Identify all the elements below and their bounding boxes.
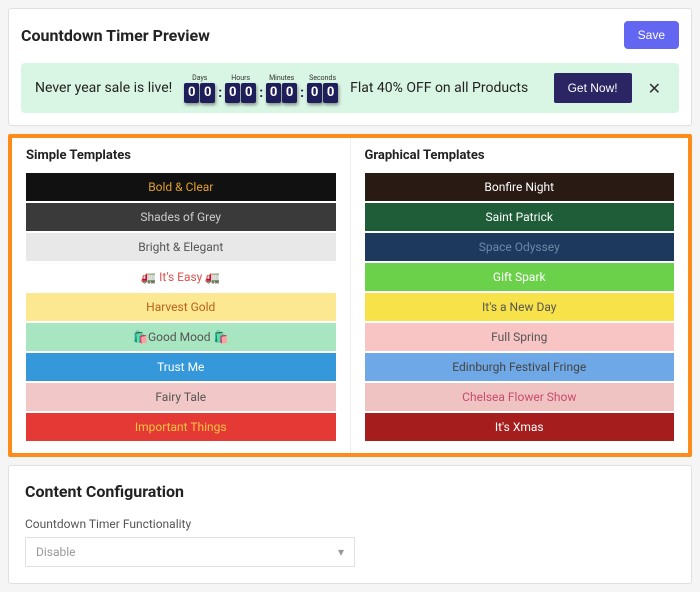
timer-colon: :	[258, 85, 264, 101]
timer-digit: 0	[323, 83, 338, 103]
simple-templates-list: Bold & ClearShades of GreyBright & Elega…	[26, 173, 336, 441]
preview-card: Countdown Timer Preview Save Never year …	[8, 8, 692, 126]
timer-digit: 0	[200, 83, 215, 103]
simple-template-row[interactable]: Important Things	[26, 413, 336, 441]
timer-label: Hours	[231, 74, 250, 82]
simple-templates-title: Simple Templates	[26, 148, 336, 163]
graphical-template-row[interactable]: Saint Patrick	[365, 203, 675, 231]
timer-digit: 0	[307, 83, 322, 103]
timer-label: Minutes	[269, 74, 294, 82]
timer-colon: :	[299, 85, 305, 101]
timer-digit: 0	[184, 83, 199, 103]
timer-label: Seconds	[309, 74, 336, 82]
content-card: Content Configuration Countdown Timer Fu…	[8, 465, 692, 584]
close-icon[interactable]: ✕	[644, 79, 665, 98]
templates-card: Simple Templates Bold & ClearShades of G…	[8, 134, 692, 457]
functionality-value: Disable	[36, 545, 76, 559]
simple-template-row[interactable]: Shades of Grey	[26, 203, 336, 231]
banner-text-right: Flat 40% OFF on all Products	[350, 80, 528, 96]
simple-template-row[interactable]: Bright & Elegant	[26, 233, 336, 261]
graphical-templates-list: Bonfire NightSaint PatrickSpace OdysseyG…	[365, 173, 675, 441]
graphical-template-row[interactable]: Gift Spark	[365, 263, 675, 291]
timer-digit: 0	[241, 83, 256, 103]
graphical-template-row[interactable]: It's a New Day	[365, 293, 675, 321]
timer-pair: Seconds00	[307, 74, 338, 103]
simple-template-row[interactable]: Bold & Clear	[26, 173, 336, 201]
timer-pair: Days00	[184, 74, 215, 103]
timer-label: Days	[192, 74, 207, 82]
timer-pair: Hours00	[225, 74, 256, 103]
functionality-label: Countdown Timer Functionality	[25, 517, 675, 531]
get-now-button[interactable]: Get Now!	[554, 73, 632, 103]
timer-digits: 00	[307, 83, 338, 103]
functionality-select[interactable]: Disable ▾	[25, 537, 355, 567]
simple-template-row[interactable]: 🚛 It's Easy 🚛	[26, 263, 336, 291]
preview-title: Countdown Timer Preview	[21, 26, 210, 45]
graphical-template-row[interactable]: Bonfire Night	[365, 173, 675, 201]
simple-template-row[interactable]: Fairy Tale	[26, 383, 336, 411]
timer-group: Days00:Hours00:Minutes00:Seconds00	[184, 74, 338, 103]
timer-digit: 0	[225, 83, 240, 103]
timer-digit: 0	[282, 83, 297, 103]
timer-pair: Minutes00	[266, 74, 297, 103]
graphical-templates-title: Graphical Templates	[365, 148, 675, 163]
simple-template-row[interactable]: Harvest Gold	[26, 293, 336, 321]
graphical-templates-col: Graphical Templates Bonfire NightSaint P…	[351, 138, 689, 453]
content-title: Content Configuration	[25, 482, 675, 501]
timer-digits: 00	[184, 83, 215, 103]
chevron-down-icon: ▾	[338, 545, 344, 559]
graphical-template-row[interactable]: Chelsea Flower Show	[365, 383, 675, 411]
countdown-banner: Never year sale is live! Days00:Hours00:…	[21, 63, 679, 113]
graphical-template-row[interactable]: Edinburgh Festival Fringe	[365, 353, 675, 381]
graphical-template-row[interactable]: Full Spring	[365, 323, 675, 351]
banner-text-left: Never year sale is live!	[35, 80, 172, 96]
preview-header: Countdown Timer Preview Save	[21, 21, 679, 49]
simple-template-row[interactable]: Trust Me	[26, 353, 336, 381]
simple-templates-col: Simple Templates Bold & ClearShades of G…	[12, 138, 351, 453]
timer-digits: 00	[225, 83, 256, 103]
timer-colon: :	[217, 85, 223, 101]
save-button[interactable]: Save	[624, 21, 679, 49]
graphical-template-row[interactable]: It's Xmas	[365, 413, 675, 441]
graphical-template-row[interactable]: Space Odyssey	[365, 233, 675, 261]
timer-digits: 00	[266, 83, 297, 103]
timer-digit: 0	[266, 83, 281, 103]
simple-template-row[interactable]: 🛍️Good Mood 🛍️	[26, 323, 336, 351]
